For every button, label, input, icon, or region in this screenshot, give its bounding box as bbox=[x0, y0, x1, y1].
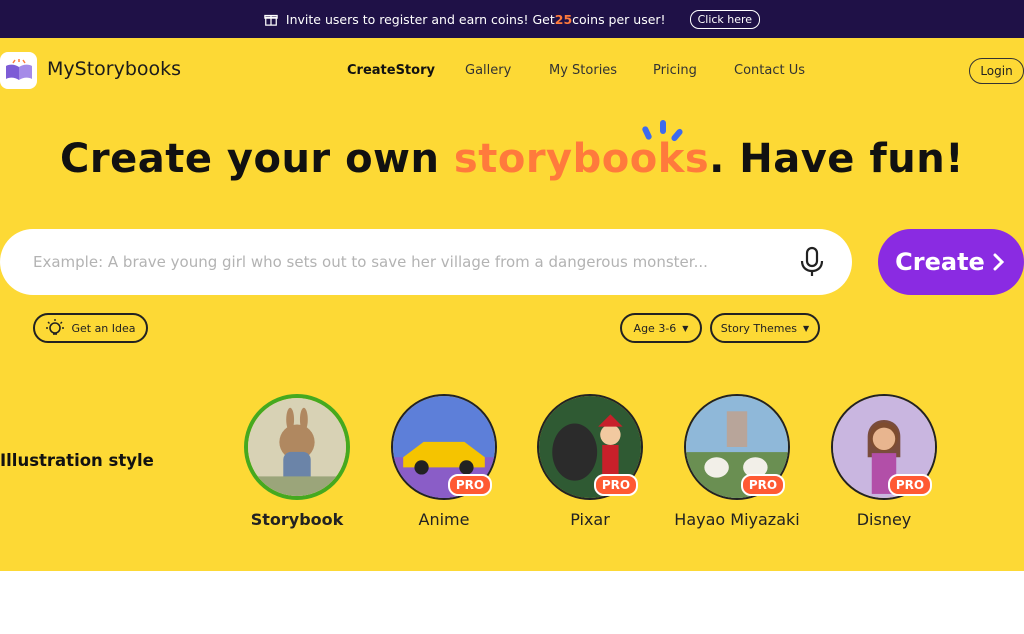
pro-badge: PRO bbox=[888, 474, 932, 496]
get-idea-label: Get an Idea bbox=[71, 321, 136, 335]
create-button[interactable]: Create bbox=[878, 229, 1024, 295]
brand-name[interactable]: MyStorybooks bbox=[47, 58, 181, 80]
promo-click-here-button[interactable]: Click here bbox=[689, 9, 761, 29]
promo-banner: Invite users to register and earn coins!… bbox=[0, 0, 1024, 38]
create-label: Create bbox=[895, 248, 985, 276]
style-name: Hayao Miyazaki bbox=[674, 510, 800, 529]
hero-section: MyStorybooks CreateStory Gallery My Stor… bbox=[0, 38, 1024, 571]
style-option-disney[interactable]: PRO Disney bbox=[809, 394, 959, 529]
promo-coins-value: 25 bbox=[554, 11, 573, 27]
gift-icon bbox=[264, 14, 278, 26]
style-name: Anime bbox=[418, 510, 470, 529]
promo-text-start: Invite users to register and earn coins!… bbox=[285, 11, 555, 27]
style-option-hayao-miyazaki[interactable]: PRO Hayao Miyazaki bbox=[662, 394, 812, 529]
caret-down-icon: ▼ bbox=[682, 323, 689, 333]
title-prefix: Create your own bbox=[60, 136, 454, 182]
microphone-icon[interactable] bbox=[797, 246, 827, 278]
nav-pricing[interactable]: Pricing bbox=[653, 63, 697, 78]
nav-my-stories[interactable]: My Stories bbox=[549, 63, 617, 78]
story-prompt-box bbox=[0, 229, 852, 295]
style-name: Storybook bbox=[250, 510, 344, 529]
promo-text-end: coins per user! bbox=[572, 11, 666, 27]
style-name: Disney bbox=[856, 510, 912, 529]
pro-badge: PRO bbox=[448, 474, 492, 496]
nav-create-story[interactable]: CreateStory bbox=[347, 63, 435, 78]
age-dropdown[interactable]: Age 3-6 ▼ bbox=[620, 313, 702, 343]
style-option-storybook[interactable]: Storybook bbox=[222, 394, 372, 529]
story-themes-dropdown[interactable]: Story Themes ▼ bbox=[710, 313, 820, 343]
get-idea-button[interactable]: Get an Idea bbox=[33, 313, 148, 343]
lightbulb-icon bbox=[46, 319, 65, 335]
style-thumbnail bbox=[244, 394, 350, 500]
logo[interactable] bbox=[0, 52, 37, 89]
story-prompt-input[interactable] bbox=[33, 253, 753, 271]
style-option-anime[interactable]: PRO Anime bbox=[369, 394, 519, 529]
pro-badge: PRO bbox=[594, 474, 638, 496]
open-book-icon bbox=[5, 58, 32, 80]
nav-contact-us[interactable]: Contact Us bbox=[734, 63, 805, 78]
age-value: Age 3-6 bbox=[633, 321, 677, 335]
illustration-style-label: Illustration style bbox=[0, 451, 154, 470]
style-option-pixar[interactable]: PRO Pixar bbox=[515, 394, 665, 529]
style-name: Pixar bbox=[570, 510, 610, 529]
page-title: Create your own storybooks. Have fun! bbox=[0, 136, 1024, 182]
nav-gallery[interactable]: Gallery bbox=[465, 63, 511, 78]
rabbit-illustration bbox=[248, 398, 346, 496]
title-accent: storybooks bbox=[453, 136, 710, 182]
pro-badge: PRO bbox=[741, 474, 785, 496]
caret-down-icon: ▼ bbox=[803, 323, 810, 333]
chevron-right-icon bbox=[993, 253, 1004, 271]
login-button[interactable]: Login bbox=[969, 58, 1024, 84]
story-themes-label: Story Themes bbox=[720, 321, 798, 335]
title-suffix: . Have fun! bbox=[709, 136, 964, 182]
